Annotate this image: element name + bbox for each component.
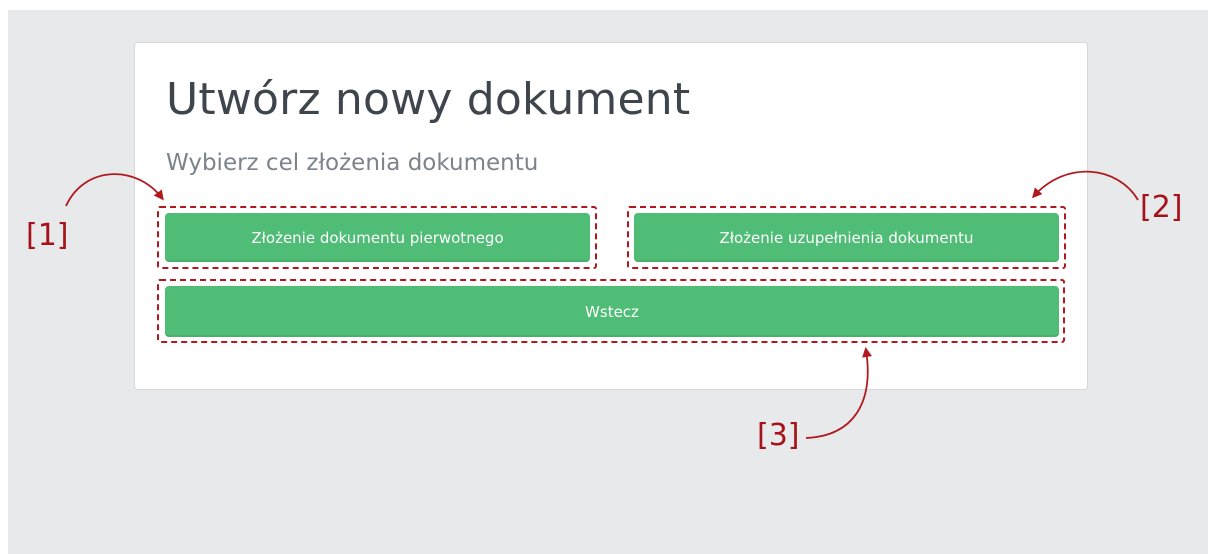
arrow-1 xyxy=(65,173,164,207)
arrow-2 xyxy=(1032,170,1139,201)
arrow-3 xyxy=(805,347,873,439)
annotation-arrows xyxy=(65,170,1139,439)
